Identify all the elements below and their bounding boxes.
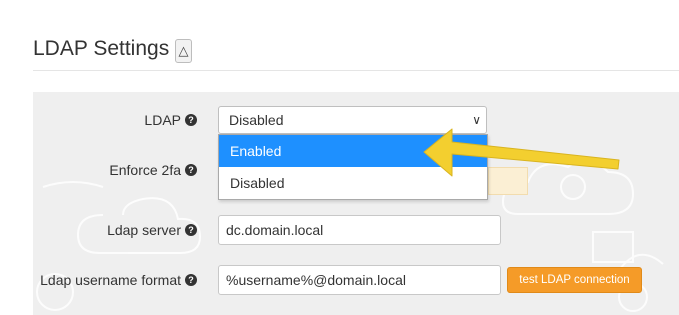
ldap-server-label: Ldap server: [107, 222, 181, 238]
ldap-select-value: Disabled: [229, 112, 284, 128]
ldap-select[interactable]: Disabled ∨: [218, 106, 487, 134]
collapse-button[interactable]: △: [175, 39, 192, 63]
ldap-option-enabled[interactable]: Enabled: [219, 135, 487, 167]
question-circle-icon[interactable]: ?: [185, 114, 197, 126]
enforce-2fa-label-row: Enforce 2fa ?: [60, 161, 197, 179]
ldap-label-row: LDAP ?: [60, 111, 197, 129]
question-circle-icon[interactable]: ?: [185, 274, 197, 286]
username-format-label: Ldap username format: [40, 272, 181, 288]
test-ldap-connection-button[interactable]: test LDAP connection: [507, 267, 642, 293]
username-format-input[interactable]: [218, 265, 501, 295]
enforce-2fa-field-edge[interactable]: [488, 167, 528, 195]
username-format-label-row: Ldap username format ?: [20, 271, 197, 289]
ldap-dropdown-list: Enabled Disabled: [218, 134, 488, 200]
triangle-up-icon: △: [178, 43, 189, 58]
enforce-2fa-label: Enforce 2fa: [109, 162, 181, 178]
ldap-option-disabled[interactable]: Disabled: [219, 167, 487, 199]
page-title: LDAP Settings: [33, 37, 170, 60]
question-circle-icon[interactable]: ?: [185, 224, 197, 236]
question-circle-icon[interactable]: ?: [185, 164, 197, 176]
chevron-down-icon: ∨: [472, 113, 481, 127]
ldap-server-input[interactable]: [218, 215, 501, 245]
ldap-server-label-row: Ldap server ?: [60, 221, 197, 239]
title-divider: [33, 70, 679, 71]
ldap-label: LDAP: [144, 112, 181, 128]
